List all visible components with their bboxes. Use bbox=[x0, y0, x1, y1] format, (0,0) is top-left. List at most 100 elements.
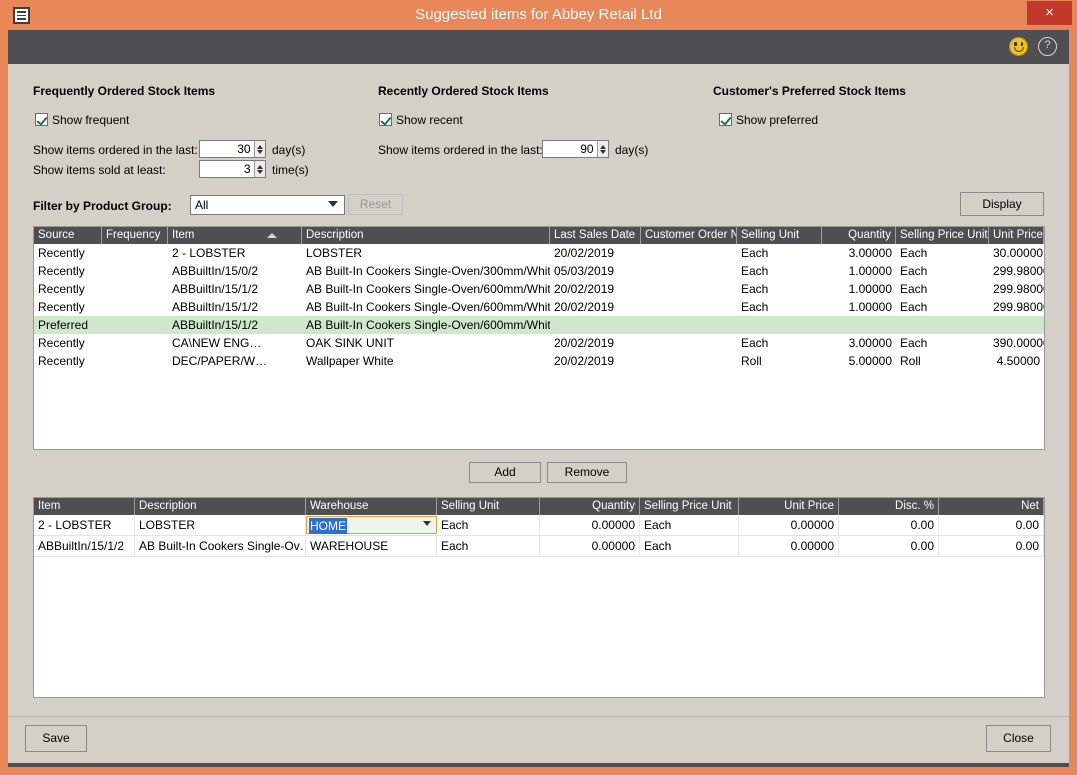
frequent-times-stepper[interactable] bbox=[199, 160, 266, 178]
frequent-times-input[interactable] bbox=[200, 161, 254, 177]
sel-col-selling-price-unit[interactable]: Selling Price Unit bbox=[640, 498, 739, 515]
recent-days-input[interactable] bbox=[543, 141, 597, 157]
frequent-days-arrows[interactable] bbox=[253, 141, 265, 157]
sel-col-disc-pct[interactable]: Disc. % bbox=[839, 498, 939, 515]
product-group-value: All bbox=[195, 198, 209, 212]
table-cell bbox=[102, 262, 168, 280]
frequent-days-input[interactable] bbox=[200, 141, 254, 157]
sel-col-unit-price[interactable]: Unit Price bbox=[739, 498, 839, 515]
table-cell: 2 - LOBSTER bbox=[172, 246, 246, 260]
table-cell[interactable]: WAREHOUSE bbox=[306, 536, 437, 556]
frequent-times-arrows[interactable] bbox=[253, 161, 265, 177]
table-cell[interactable]: LOBSTER bbox=[135, 515, 306, 535]
table-cell: 5.00000 bbox=[848, 354, 892, 368]
suggested-items-grid[interactable]: Source Frequency Item Description Last S… bbox=[33, 226, 1045, 450]
close-window-button[interactable]: × bbox=[1027, 1, 1072, 25]
show-frequent-label: Show frequent bbox=[52, 113, 130, 127]
col-description[interactable]: Description bbox=[302, 227, 550, 244]
table-row[interactable]: Recently CA\NEW ENG… OAK SINK UNIT 20/02/20… bbox=[34, 334, 1044, 352]
sel-col-description[interactable]: Description bbox=[135, 498, 306, 515]
help-icon[interactable]: ? bbox=[1038, 37, 1057, 56]
warehouse-selected-value: HOME bbox=[309, 518, 347, 534]
table-cell: Each bbox=[741, 264, 769, 278]
col-source[interactable]: Source bbox=[34, 227, 102, 244]
col-unit-price[interactable]: Unit Price bbox=[989, 227, 1044, 244]
table-cell[interactable]: 0.00000 bbox=[540, 515, 640, 535]
reset-button[interactable]: Reset bbox=[348, 194, 403, 215]
table-row[interactable]: Recently ABBuiltIn/15/1/2 AB Built-In Cook… bbox=[34, 298, 1044, 316]
table-cell[interactable]: 0.00000 bbox=[540, 536, 640, 556]
table-row[interactable]: Recently DEC/PAPER/W… Wallpaper White 20/02… bbox=[34, 352, 1044, 370]
chevron-down-icon[interactable] bbox=[423, 521, 431, 526]
suggested-grid-rows: Recently 2 - LOBSTER LOBSTER 20/02/2019 Each… bbox=[34, 244, 1044, 370]
table-cell: 05/03/2019 bbox=[554, 264, 615, 278]
table-cell[interactable]: 0.00000 bbox=[739, 515, 839, 535]
warehouse-select[interactable]: HOME bbox=[306, 516, 437, 534]
table-cell: Recently bbox=[38, 354, 85, 368]
recent-days-stepper[interactable] bbox=[542, 140, 609, 158]
table-cell[interactable]: ABBuiltIn/15/1/2 bbox=[34, 536, 135, 556]
frequent-times-suffix: time(s) bbox=[272, 163, 309, 177]
table-cell: Each bbox=[741, 282, 769, 296]
sel-col-selling-unit[interactable]: Selling Unit bbox=[437, 498, 540, 515]
table-cell bbox=[641, 280, 737, 298]
table-cell: 299.98000 bbox=[993, 282, 1044, 296]
col-item[interactable]: Item bbox=[168, 227, 302, 244]
table-cell bbox=[737, 316, 822, 334]
sel-col-item[interactable]: Item bbox=[34, 498, 135, 515]
show-preferred-checkbox[interactable] bbox=[719, 113, 732, 126]
table-cell bbox=[102, 280, 168, 298]
table-row[interactable]: Recently 2 - LOBSTER LOBSTER 20/02/2019 Each… bbox=[34, 244, 1044, 262]
table-cell[interactable]: Each bbox=[640, 536, 739, 556]
table-row[interactable]: 2 - LOBSTER LOBSTER HOME Each 0.00000 Each 0.0… bbox=[34, 515, 1044, 536]
filter-label: Filter by Product Group: bbox=[33, 199, 172, 213]
table-cell: 1.00000 bbox=[848, 264, 892, 278]
table-cell: 1.00000 bbox=[848, 300, 892, 314]
col-selling-price-unit[interactable]: Selling Price Unit bbox=[896, 227, 989, 244]
display-button[interactable]: Display bbox=[960, 192, 1044, 216]
table-row[interactable]: Recently ABBuiltIn/15/1/2 AB Built-In Cook… bbox=[34, 280, 1044, 298]
product-group-select[interactable]: All bbox=[190, 195, 345, 215]
sel-col-quantity[interactable]: Quantity bbox=[540, 498, 640, 515]
frequent-days-stepper[interactable] bbox=[199, 140, 266, 158]
smiley-icon[interactable] bbox=[1009, 37, 1028, 56]
table-cell[interactable]: AB Built-In Cookers Single-Ov… bbox=[135, 536, 306, 556]
col-selling-unit[interactable]: Selling Unit bbox=[737, 227, 822, 244]
table-cell[interactable]: 0.00 bbox=[939, 515, 1044, 535]
recent-days-arrows[interactable] bbox=[596, 141, 608, 157]
table-cell: LOBSTER bbox=[306, 246, 363, 260]
col-customer-order-no[interactable]: Customer Order No bbox=[641, 227, 737, 244]
table-row[interactable]: Preferred ABBuiltIn/15/1/2 AB Built-In Coo… bbox=[34, 316, 1044, 334]
selected-items-grid[interactable]: Item Description Warehouse Selling Unit … bbox=[33, 497, 1045, 698]
table-cell: 3.00000 bbox=[848, 336, 892, 350]
table-cell[interactable]: 0.00 bbox=[939, 536, 1044, 556]
table-cell: Preferred bbox=[38, 318, 89, 332]
sel-col-net[interactable]: Net bbox=[939, 498, 1044, 515]
table-cell[interactable]: 2 - LOBSTER bbox=[34, 515, 135, 535]
sort-ascending-icon bbox=[267, 233, 277, 238]
table-cell bbox=[641, 316, 737, 334]
col-last-sales-date[interactable]: Last Sales Date bbox=[550, 227, 641, 244]
table-cell[interactable]: Each bbox=[437, 536, 540, 556]
table-cell: 20/02/2019 bbox=[554, 300, 615, 314]
table-cell[interactable]: Each bbox=[437, 515, 540, 535]
col-quantity[interactable]: Quantity bbox=[822, 227, 896, 244]
table-row[interactable]: ABBuiltIn/15/1/2 AB Built-In Cookers Sing… bbox=[34, 536, 1044, 557]
table-cell: ABBuiltIn/15/1/2 bbox=[172, 318, 259, 332]
show-frequent-checkbox[interactable] bbox=[35, 113, 48, 126]
dialog-footer: Save Close bbox=[8, 716, 1069, 764]
table-cell: ABBuiltIn/15/1/2 bbox=[172, 282, 259, 296]
table-cell[interactable]: 0.00000 bbox=[739, 536, 839, 556]
table-cell[interactable]: 0.00 bbox=[839, 536, 939, 556]
table-row[interactable]: Recently ABBuiltIn/15/0/2 AB Built-In Cook… bbox=[34, 262, 1044, 280]
close-button[interactable]: Close bbox=[986, 725, 1051, 752]
show-recent-checkbox[interactable] bbox=[379, 113, 392, 126]
add-button[interactable]: Add bbox=[469, 462, 541, 483]
remove-button[interactable]: Remove bbox=[547, 462, 627, 483]
table-cell[interactable]: 0.00 bbox=[839, 515, 939, 535]
col-frequency[interactable]: Frequency bbox=[102, 227, 168, 244]
table-cell: Each bbox=[900, 264, 928, 278]
table-cell[interactable]: Each bbox=[640, 515, 739, 535]
save-button[interactable]: Save bbox=[25, 725, 87, 752]
sel-col-warehouse[interactable]: Warehouse bbox=[306, 498, 437, 515]
